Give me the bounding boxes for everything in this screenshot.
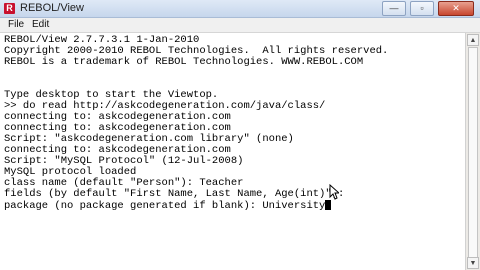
scroll-up-arrow-icon[interactable]: ▲ [467, 34, 479, 46]
text-cursor [325, 200, 332, 210]
rebol-view-window: R REBOL/View — ▫ ✕ File Edit REBOL/View … [0, 0, 480, 270]
rebol-app-icon: R [4, 3, 15, 14]
console-input-line[interactable]: package (no package generated if blank):… [4, 199, 332, 212]
maximize-button[interactable]: ▫ [410, 1, 434, 16]
window-title: REBOL/View [20, 2, 84, 14]
console-output[interactable]: REBOL/View 2.7.7.3.1 1-Jan-2010 Copyrigh… [0, 33, 466, 270]
window-controls: — ▫ ✕ [382, 0, 474, 17]
minimize-button[interactable]: — [382, 1, 406, 16]
mouse-pointer-icon [329, 184, 339, 200]
console-line: fields (by default "First Name, Last Nam… [4, 188, 345, 200]
scrollbar-thumb[interactable] [468, 47, 478, 265]
menu-file[interactable]: File [8, 19, 24, 30]
close-button[interactable]: ✕ [438, 1, 474, 16]
menu-bar: File Edit [0, 18, 480, 33]
menu-edit[interactable]: Edit [32, 19, 49, 30]
console-line: REBOL is a trademark of REBOL Technologi… [4, 56, 364, 68]
vertical-scrollbar[interactable]: ▲ ▼ [465, 33, 480, 270]
console-line-text: package (no package generated if blank):… [4, 199, 326, 212]
scroll-down-arrow-icon[interactable]: ▼ [467, 257, 479, 269]
title-bar[interactable]: R REBOL/View — ▫ ✕ [0, 0, 480, 18]
